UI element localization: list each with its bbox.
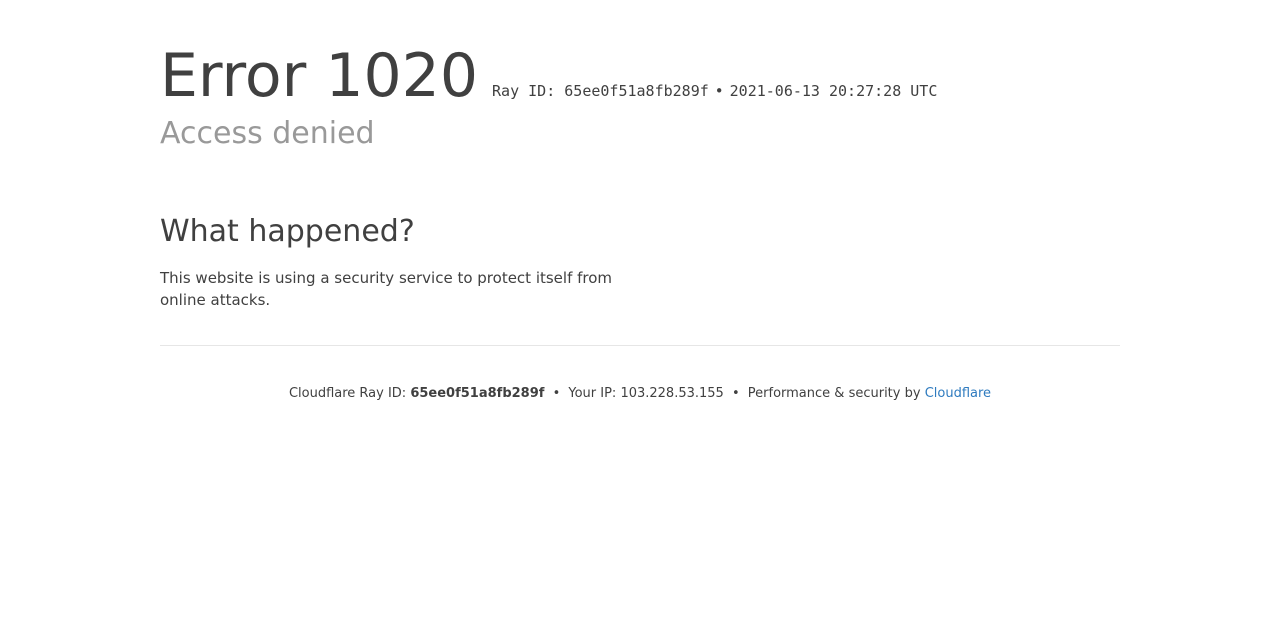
page: Error 1020 Ray ID: 65ee0f51a8fb289f • 20… bbox=[0, 0, 1280, 637]
error-title: Error 1020 bbox=[160, 41, 479, 111]
footer-ray-id: 65ee0f51a8fb289f bbox=[410, 386, 545, 401]
ray-info: Ray ID: 65ee0f51a8fb289f • 2021-06-13 20… bbox=[492, 82, 937, 100]
what-happened-text: This website is using a security service… bbox=[160, 269, 613, 309]
cloudflare-link[interactable]: Cloudflare bbox=[925, 386, 991, 401]
divider bbox=[160, 345, 1120, 346]
footer-ip: Your IP: 103.228.53.155 bbox=[568, 386, 724, 401]
what-happened-heading: What happened? bbox=[160, 214, 415, 249]
error-subtitle: Access denied bbox=[160, 116, 375, 151]
footer-perf-label: Performance & security by bbox=[747, 386, 921, 401]
footer-ray-prefix: Cloudflare Ray ID: bbox=[288, 386, 407, 401]
ray-id-text: Ray ID: 65ee0f51a8fb289f bbox=[492, 82, 709, 100]
error-header: Error 1020 Ray ID: 65ee0f51a8fb289f • 20… bbox=[160, 40, 937, 112]
footer-separator: • bbox=[552, 386, 561, 401]
timestamp: 2021-06-13 20:27:28 UTC bbox=[729, 82, 938, 100]
footer: Cloudflare Ray ID: 65ee0f51a8fb289f • Yo… bbox=[160, 385, 1120, 403]
footer-separator: • bbox=[731, 386, 740, 401]
bullet-separator: • bbox=[714, 82, 724, 100]
